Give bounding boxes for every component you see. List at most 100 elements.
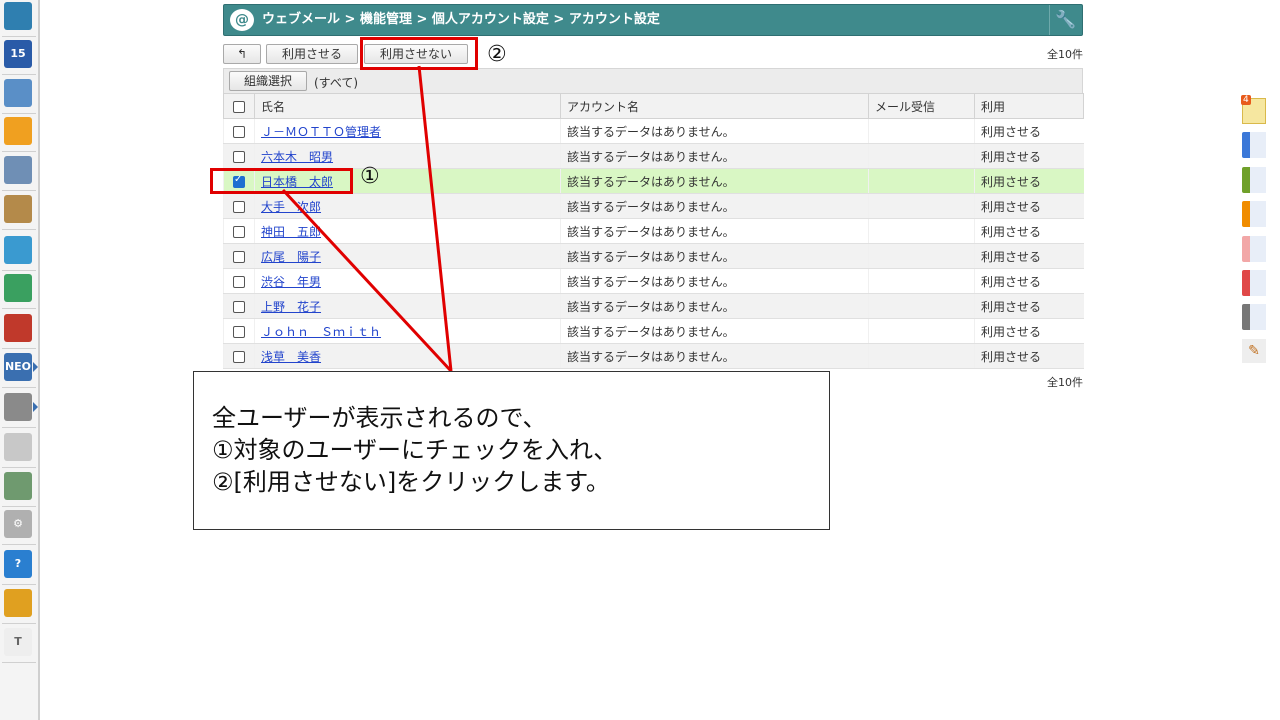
table-row[interactable]: 浅草 美香 該当するデータはありません。 利用させる bbox=[223, 343, 1084, 369]
refresh-icon[interactable] bbox=[4, 274, 32, 302]
sidebar-divider bbox=[2, 151, 36, 152]
memo-icon[interactable] bbox=[4, 117, 32, 145]
expand-arrow-icon[interactable] bbox=[33, 362, 38, 372]
user-name-link[interactable]: 渋谷 年男 bbox=[261, 275, 321, 289]
row-select-cell bbox=[223, 318, 255, 344]
image-app-icon[interactable] bbox=[4, 472, 32, 500]
name-cell: Ｊｏｈｎ Ｓｍｉｔｈ bbox=[254, 318, 561, 344]
back-button[interactable]: ↰ bbox=[223, 44, 261, 64]
user-name-link[interactable]: 浅草 美香 bbox=[261, 350, 321, 364]
sidebar-divider bbox=[2, 427, 36, 428]
select-all-checkbox[interactable] bbox=[233, 100, 245, 113]
row-select-cell bbox=[223, 218, 255, 244]
table-row[interactable]: 大手 次郎 該当するデータはありません。 利用させる bbox=[223, 193, 1084, 219]
sidebar-divider bbox=[2, 662, 36, 663]
user-name-link[interactable]: Ｊｏｈｎ Ｓｍｉｔｈ bbox=[261, 325, 381, 339]
portal-icon-glyph bbox=[4, 2, 32, 30]
sidebar-divider bbox=[2, 623, 36, 624]
color-tab-2[interactable] bbox=[1242, 167, 1266, 193]
folder-icon[interactable] bbox=[4, 393, 38, 421]
user-name-link[interactable]: 上野 花子 bbox=[261, 300, 321, 314]
text-icon[interactable]: T bbox=[4, 628, 32, 656]
color-tab-3[interactable] bbox=[1242, 201, 1266, 227]
filter-bar: 組織選択 (すべて) bbox=[223, 68, 1083, 94]
highlight-box-checkbox bbox=[210, 168, 353, 194]
usage-cell: 利用させる bbox=[974, 343, 1084, 369]
user-name-link[interactable]: 神田 五郎 bbox=[261, 225, 321, 239]
account-cell: 該当するデータはありません。 bbox=[560, 118, 869, 144]
usage-cell: 利用させる bbox=[974, 218, 1084, 244]
row-checkbox[interactable] bbox=[233, 275, 245, 288]
total-count-bottom: 全10件 bbox=[1047, 376, 1083, 389]
row-checkbox[interactable] bbox=[233, 325, 245, 338]
user-name-link[interactable]: 大手 次郎 bbox=[261, 200, 321, 214]
binder-icon[interactable] bbox=[4, 314, 32, 342]
sidebar-divider bbox=[2, 308, 36, 309]
row-checkbox[interactable] bbox=[233, 150, 245, 163]
account-cell: 該当するデータはありません。 bbox=[560, 168, 869, 194]
right-sidebar: 4 ✎ bbox=[1240, 0, 1280, 720]
table-header-row: 氏名 アカウント名 メール受信 利用 bbox=[223, 93, 1084, 119]
toolbar: ↰ 利用させる 利用させない 全10件 bbox=[223, 44, 1083, 66]
sidebar-divider bbox=[2, 36, 36, 37]
receive-cell bbox=[868, 268, 975, 294]
callout-line-3: ②[利用させない]をクリックします。 bbox=[212, 468, 610, 496]
sidebar-divider bbox=[2, 348, 36, 349]
instruction-callout: 全ユーザーが表示されるので、 ①対象のユーザーにチェックを入れ、 ②[利用させな… bbox=[193, 371, 830, 530]
table-row[interactable]: 神田 五郎 該当するデータはありません。 利用させる bbox=[223, 218, 1084, 244]
facility-icon[interactable] bbox=[4, 79, 32, 107]
pencil-icon[interactable]: ✎ bbox=[1242, 339, 1266, 363]
receive-cell bbox=[868, 293, 975, 319]
col-header-name[interactable]: 氏名 bbox=[254, 93, 561, 119]
search-doc-icon[interactable] bbox=[4, 236, 32, 264]
col-header-receive[interactable]: メール受信 bbox=[868, 93, 975, 119]
row-checkbox[interactable] bbox=[233, 250, 245, 263]
color-tab-5[interactable] bbox=[1242, 270, 1266, 296]
sidebar-divider bbox=[2, 506, 36, 507]
table-row[interactable]: 六本木 昭男 該当するデータはありません。 利用させる bbox=[223, 143, 1084, 169]
color-tab-4[interactable] bbox=[1242, 236, 1266, 262]
user-name-link[interactable]: 広尾 陽子 bbox=[261, 250, 321, 264]
clipboard-icon[interactable] bbox=[4, 195, 32, 223]
col-header-usage[interactable]: 利用 bbox=[974, 93, 1084, 119]
receive-cell bbox=[868, 193, 975, 219]
filter-value: (すべて) bbox=[314, 76, 359, 90]
color-tab-1[interactable] bbox=[1242, 132, 1266, 158]
row-checkbox[interactable] bbox=[233, 125, 245, 138]
wrench-icon[interactable]: 🔧 bbox=[1049, 5, 1082, 35]
memo-icon-glyph bbox=[4, 117, 32, 145]
settings-icon-glyph: ⚙ bbox=[13, 517, 23, 530]
table-row[interactable]: 上野 花子 該当するデータはありません。 利用させる bbox=[223, 293, 1084, 319]
row-select-cell bbox=[223, 193, 255, 219]
expand-arrow-icon[interactable] bbox=[33, 402, 38, 412]
row-checkbox[interactable] bbox=[233, 300, 245, 313]
select-all-cell bbox=[223, 93, 255, 119]
org-select-button[interactable]: 組織選択 bbox=[229, 71, 307, 91]
usage-cell: 利用させる bbox=[974, 168, 1084, 194]
neo-icon[interactable]: NEO bbox=[4, 353, 38, 381]
note-icon[interactable]: 4 bbox=[1241, 95, 1266, 124]
app-icon[interactable] bbox=[4, 433, 32, 461]
enable-button[interactable]: 利用させる bbox=[266, 44, 358, 64]
table-row[interactable]: 広尾 陽子 該当するデータはありません。 利用させる bbox=[223, 243, 1084, 269]
bulletin-icon[interactable] bbox=[4, 156, 32, 184]
row-checkbox[interactable] bbox=[233, 200, 245, 213]
header-bar: @ ウェブメール > 機能管理 > 個人アカウント設定 > アカウント設定 🔧 bbox=[223, 4, 1083, 36]
table-row[interactable]: Ｊ－ＭＯＴＴＯ管理者 該当するデータはありません。 利用させる bbox=[223, 118, 1084, 144]
user-table: 氏名 アカウント名 メール受信 利用 Ｊ－ＭＯＴＴＯ管理者該当するデータはありま… bbox=[223, 93, 1084, 369]
table-row[interactable]: 渋谷 年男 該当するデータはありません。 利用させる bbox=[223, 268, 1084, 294]
row-checkbox[interactable] bbox=[233, 225, 245, 238]
table-row[interactable]: Ｊｏｈｎ Ｓｍｉｔｈ 該当するデータはありません。 利用させる bbox=[223, 318, 1084, 344]
user-name-link[interactable]: 六本木 昭男 bbox=[261, 150, 333, 164]
text-icon-glyph: T bbox=[14, 635, 22, 648]
row-checkbox[interactable] bbox=[233, 350, 245, 363]
portal-icon[interactable] bbox=[4, 2, 32, 30]
search-doc-icon-glyph bbox=[4, 236, 32, 264]
support-icon[interactable] bbox=[4, 589, 32, 617]
col-header-account[interactable]: アカウント名 bbox=[560, 93, 869, 119]
color-tab-6[interactable] bbox=[1242, 304, 1266, 330]
help-icon[interactable]: ? bbox=[4, 550, 32, 578]
settings-icon[interactable]: ⚙ bbox=[4, 510, 32, 538]
calendar-icon[interactable]: 15 bbox=[4, 40, 32, 68]
user-name-link[interactable]: Ｊ－ＭＯＴＴＯ管理者 bbox=[261, 125, 381, 139]
